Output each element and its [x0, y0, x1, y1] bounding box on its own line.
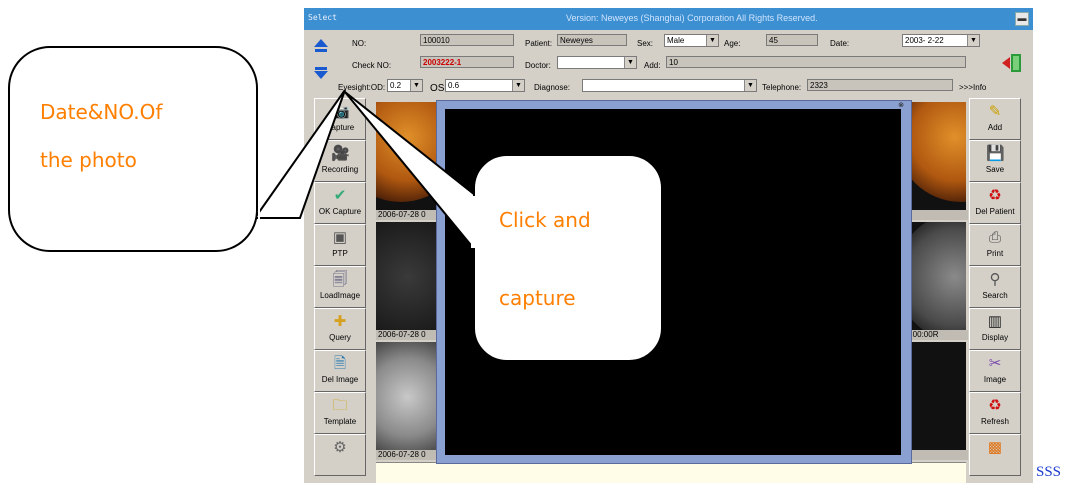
corner-text: SSS [1036, 464, 1062, 480]
click-callout-pointer [344, 91, 476, 253]
click-callout-line1: Click and [499, 208, 591, 232]
click-callout-line2: capture [499, 286, 576, 310]
click-capture-callout: Click and capture [473, 154, 663, 362]
date-no-callout-line1: Date&NO.Of [40, 100, 163, 124]
date-no-callout-line2: the photo [40, 148, 137, 172]
date-no-callout: Date&NO.Of the photo [8, 46, 258, 252]
date-callout-pointer [253, 89, 346, 219]
